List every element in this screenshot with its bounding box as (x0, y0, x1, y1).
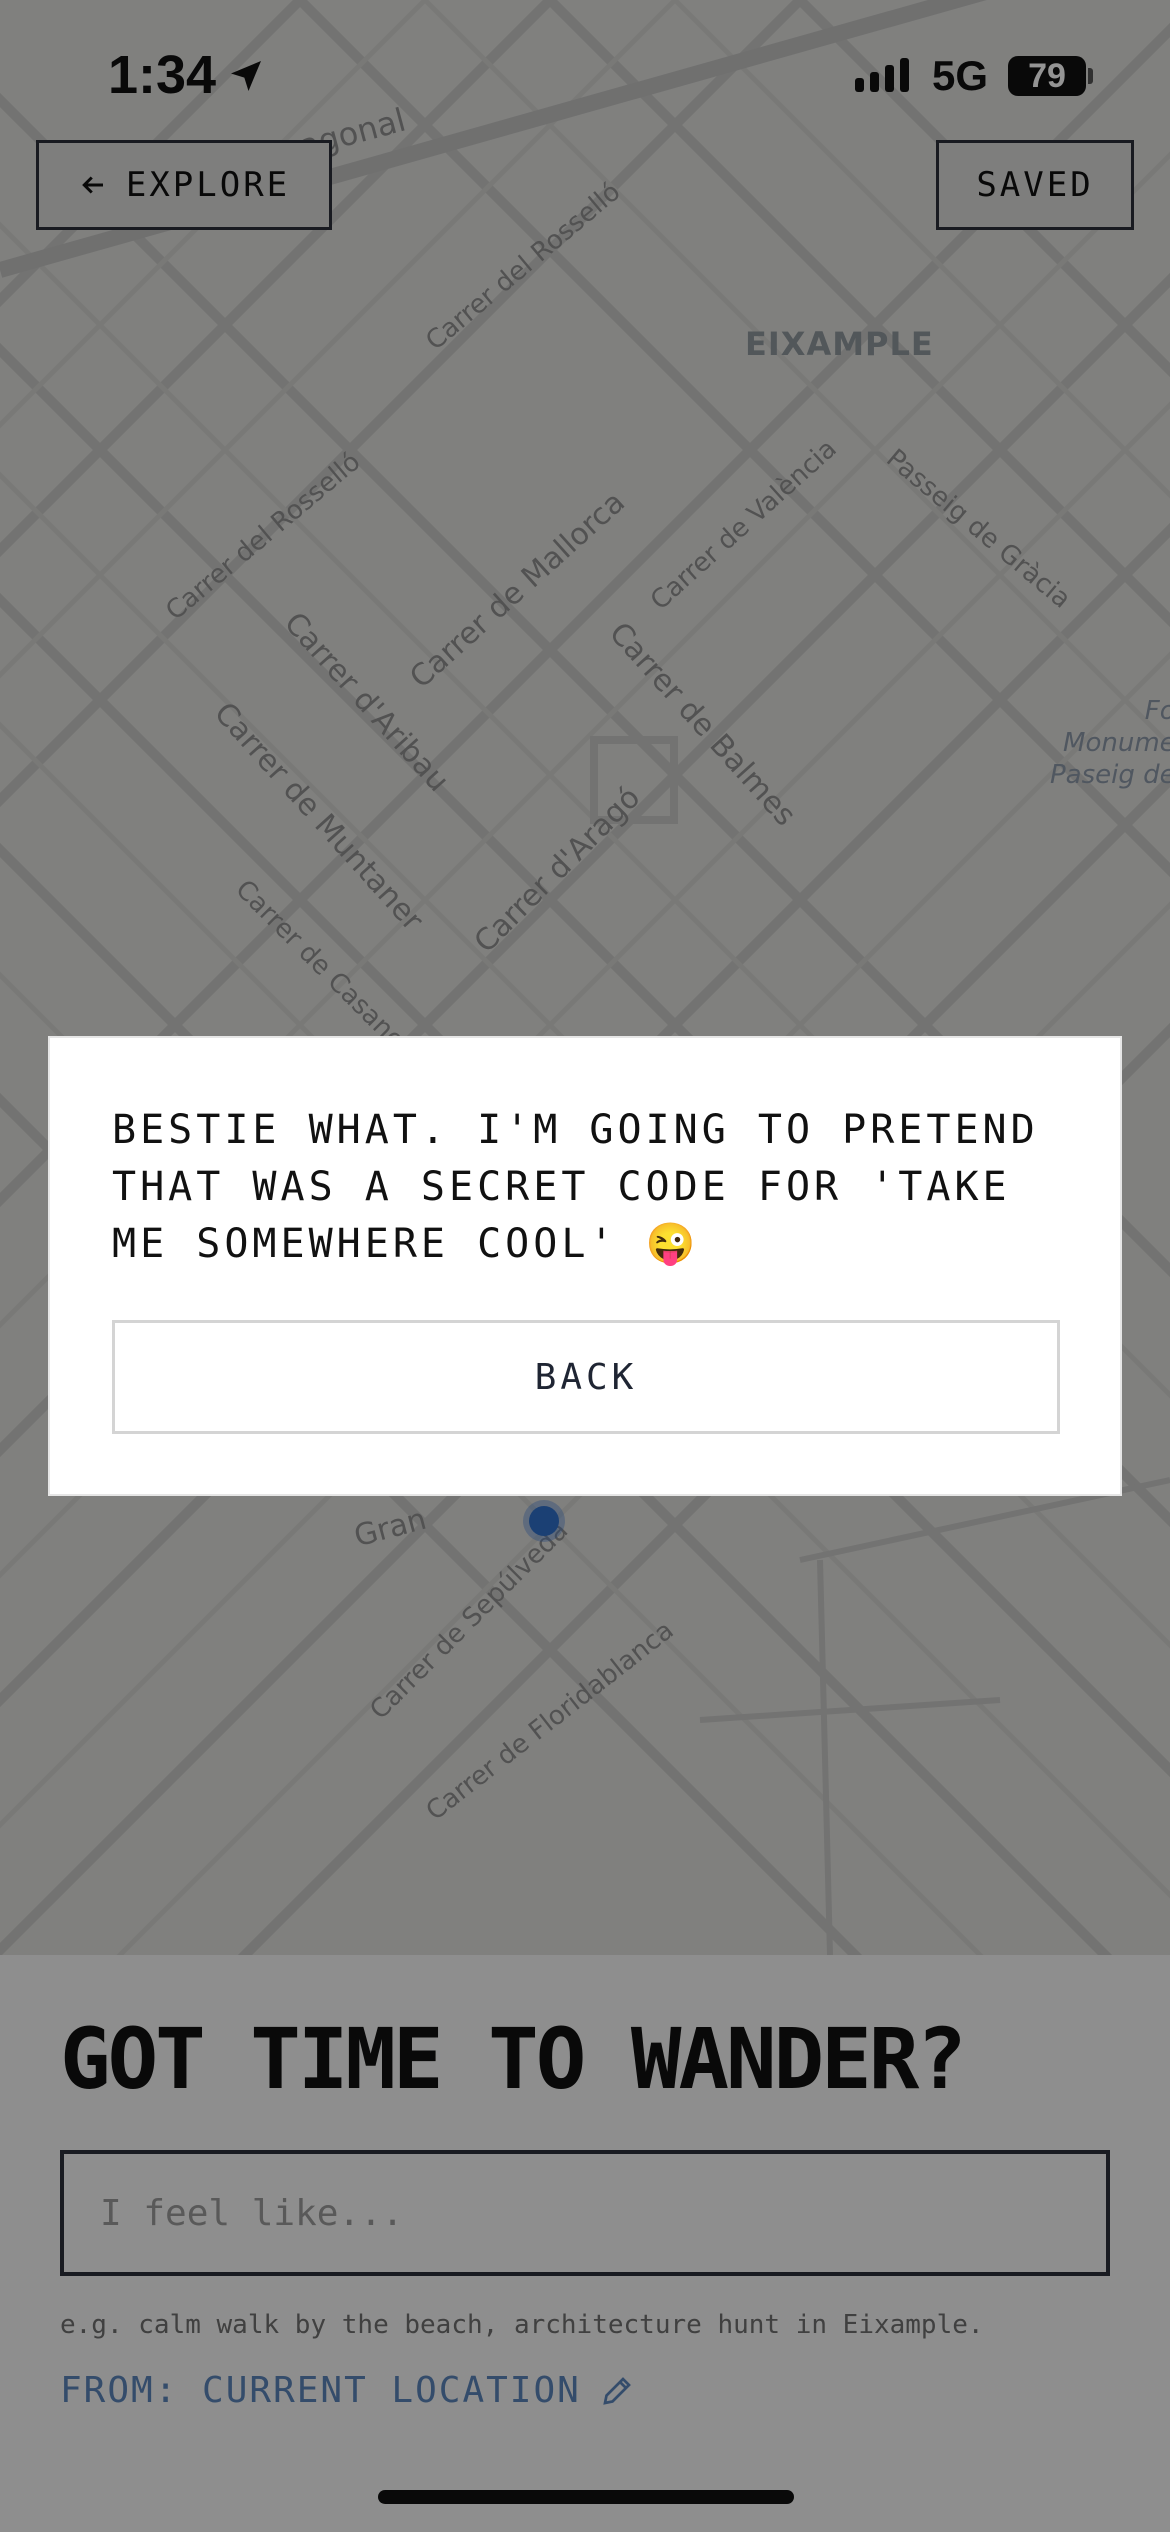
dialog-message: BESTIE WHAT. I'M GOING TO PRETEND THAT W… (112, 1107, 1039, 1267)
screen: Carrer del Rosselló Carrer del Rosselló … (0, 0, 1170, 2532)
back-button[interactable]: BACK (112, 1320, 1060, 1434)
error-dialog: BESTIE WHAT. I'M GOING TO PRETEND THAT W… (48, 1036, 1122, 1496)
